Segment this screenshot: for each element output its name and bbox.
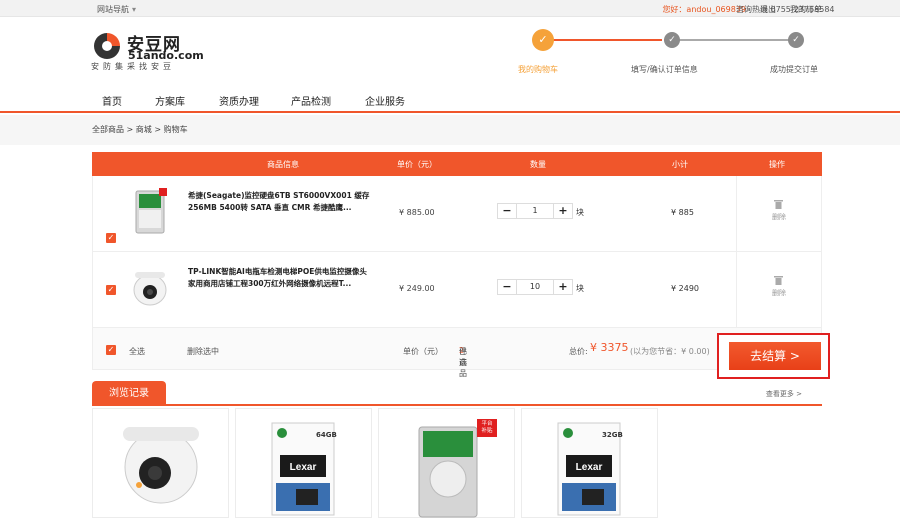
sd-card-product-image: Lexar <box>271 422 335 516</box>
nav-item-services[interactable]: 企业服务 <box>365 93 405 108</box>
quantity-input[interactable]: 1 <box>516 204 554 218</box>
history-card[interactable]: Lexar 32GB <box>521 408 658 518</box>
selected-suffix: 件商品 <box>459 347 467 378</box>
table-header: 商品信息 单价（元） 数量 小计 操作 <box>92 152 822 176</box>
camera-product-image[interactable] <box>133 264 167 312</box>
svg-text:Lexar: Lexar <box>576 462 603 473</box>
delete-link[interactable]: 删除 <box>772 288 786 298</box>
top-bar: 网站导航 ▾ 您好：andou_069839 退出 我的订单 咨询热线 0755-… <box>0 0 900 17</box>
decrement-button[interactable]: − <box>498 280 516 294</box>
trash-icon[interactable] <box>774 275 783 285</box>
decrement-button[interactable]: − <box>498 204 516 218</box>
site-nav-label: 网站导航 <box>97 5 129 14</box>
row-actions: 删除 <box>736 176 822 251</box>
increment-button[interactable]: + <box>554 280 572 294</box>
increment-button[interactable]: + <box>554 204 572 218</box>
saved-text: (以为您节省：¥ 0.00) <box>630 347 710 356</box>
row-actions: 删除 <box>736 252 822 327</box>
total-label: 总价: <box>569 347 588 356</box>
header-op: 操作 <box>769 160 785 169</box>
hdd-product-image[interactable] <box>133 188 167 236</box>
header-price: 单价（元） <box>397 160 437 169</box>
history-tab[interactable]: 浏览记录 <box>92 381 166 406</box>
nav-item-testing[interactable]: 产品检测 <box>291 93 331 108</box>
select-all-checkbox[interactable]: ✓ <box>106 345 116 355</box>
user-greeting[interactable]: 您好：andou_069839 <box>662 4 746 15</box>
site-nav-menu[interactable]: 网站导航 ▾ <box>97 4 136 15</box>
subtotal: ¥ 885 <box>671 208 694 217</box>
table-row: ✓ 希捷(Seagate)监控硬盘6TB ST6000VX001 缓存256MB… <box>92 176 822 252</box>
checkout-button[interactable]: 去结算 > <box>729 342 821 370</box>
checkout-highlight: 去结算 > <box>717 333 830 379</box>
site-logo[interactable]: 安豆网 51ando.com 安防集采找安豆 <box>91 30 204 75</box>
delete-selected-link[interactable]: 删除选中 <box>187 346 219 357</box>
history-card[interactable] <box>92 408 229 518</box>
item-checkbox[interactable]: ✓ <box>106 285 116 295</box>
select-all-label[interactable]: 全选 <box>129 346 145 357</box>
logo-mark-icon <box>94 33 120 59</box>
breadcrumb: 全部商品 > 商城 > 购物车 <box>0 115 900 145</box>
trash-icon[interactable] <box>774 199 783 209</box>
header-qty: 数量 <box>530 160 546 169</box>
chevron-down-icon: ▾ <box>132 5 137 14</box>
step-progress-line <box>542 39 632 41</box>
nav-item-solutions[interactable]: 方案库 <box>155 93 185 108</box>
step-progress-line <box>632 39 662 41</box>
main-nav: 首页 方案库 资质办理 产品检测 企业服务 <box>0 88 900 113</box>
quantity-stepper: − 10 + <box>497 279 573 295</box>
table-row: ✓ TP-LINK智能AI电瓶车检测电梯POE供电监控摄像头家用商用店铺工程30… <box>92 252 822 328</box>
step-label: 成功提交订单 <box>770 65 818 74</box>
hdd-product-image <box>418 419 497 518</box>
quantity-stepper: − 1 + <box>497 203 573 219</box>
view-more-link[interactable]: 查看更多 > <box>766 389 802 399</box>
unit-price: ¥ 249.00 <box>399 284 435 293</box>
check-icon: ✓ <box>788 32 804 48</box>
history-card[interactable]: 平台补贴 <box>378 408 515 518</box>
nav-item-qualification[interactable]: 资质办理 <box>219 93 259 108</box>
quantity-input[interactable]: 10 <box>516 280 554 294</box>
nav-item-home[interactable]: 首页 <box>102 93 122 108</box>
footer-price-label: 单价（元） <box>403 347 443 356</box>
svg-text:Lexar: Lexar <box>290 462 317 473</box>
logo-slogan: 安防集采找安豆 <box>91 62 175 71</box>
breadcrumb-text[interactable]: 全部商品 > 商城 > 购物车 <box>92 124 188 135</box>
item-checkbox[interactable]: ✓ <box>106 233 116 243</box>
capacity-label: 64GB <box>316 431 337 439</box>
history-card[interactable]: Lexar 64GB <box>235 408 372 518</box>
step-pending-line <box>664 39 794 41</box>
cart-table: 商品信息 单价（元） 数量 小计 操作 ✓ 希捷(Seagate)监控硬盘6TB… <box>92 152 822 378</box>
step-label: 填写/确认订单信息 <box>631 65 698 74</box>
total-value: ¥ 3375 <box>590 341 629 354</box>
product-name[interactable]: TP-LINK智能AI电瓶车检测电梯POE供电监控摄像头家用商用店铺工程300万… <box>188 266 373 290</box>
step-label: 我的购物车 <box>518 65 558 74</box>
hotline-text: 咨询热线 0755-23768584 <box>736 5 835 14</box>
qty-unit: 块 <box>576 284 584 293</box>
subsidy-badge: 平台补贴 <box>481 421 493 434</box>
sd-card-product-image: Lexar <box>557 422 621 516</box>
capacity-label: 32GB <box>602 431 623 439</box>
check-icon: ✓ <box>664 32 680 48</box>
camera-product-image <box>123 427 199 504</box>
subtotal: ¥ 2490 <box>671 284 699 293</box>
unit-price: ¥ 885.00 <box>399 208 435 217</box>
header-info: 商品信息 <box>267 160 299 169</box>
header-subtotal: 小计 <box>672 160 688 169</box>
check-icon: ✓ <box>532 29 554 51</box>
cart-footer: ✓ 全选 删除选中 单价（元） 已选 2 件商品 总价: ¥ 3375 (以为您… <box>92 328 822 378</box>
delete-link[interactable]: 删除 <box>772 212 786 222</box>
product-name[interactable]: 希捷(Seagate)监控硬盘6TB ST6000VX001 缓存256MB 5… <box>188 190 373 214</box>
checkout-steps: ✓ ✓ ✓ 我的购物车 填写/确认订单信息 成功提交订单 <box>518 29 840 80</box>
browse-history-header: 浏览记录 查看更多 > <box>92 381 822 406</box>
qty-unit: 块 <box>576 208 584 217</box>
